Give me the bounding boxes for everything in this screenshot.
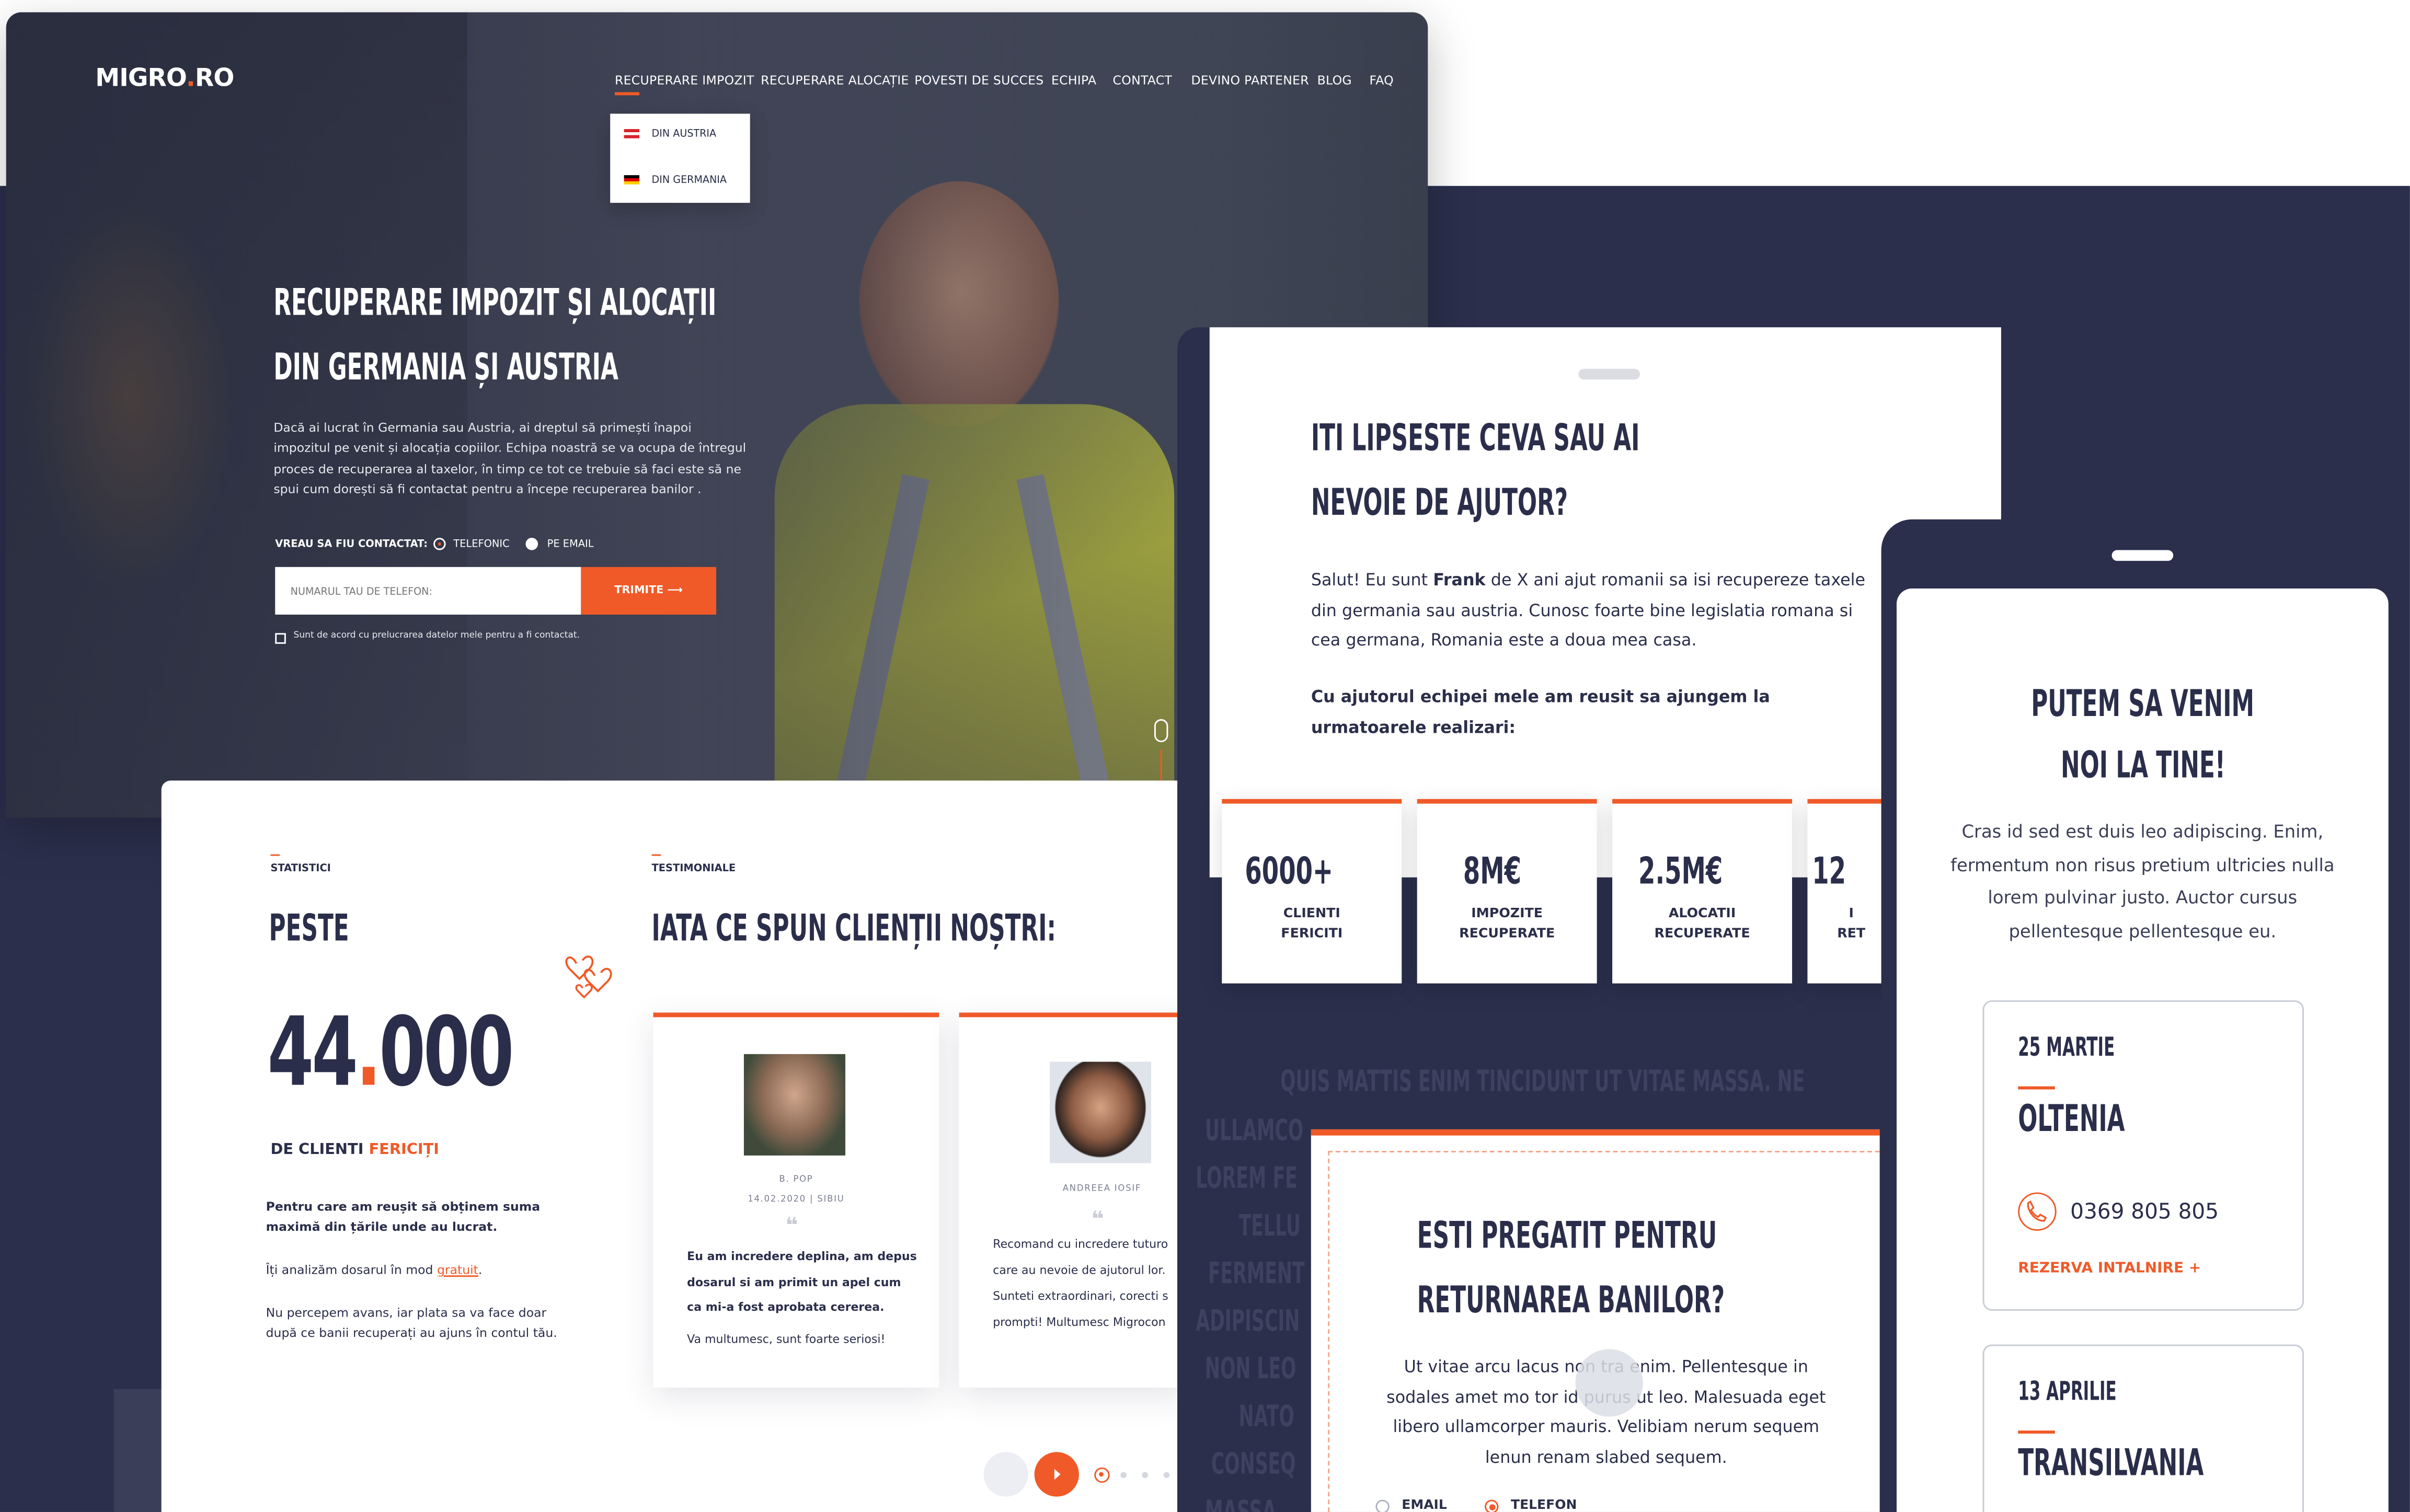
help-title: ITI LIPSESTE CEVA SAU AI NEVOIE DE AJUTO… [1311, 416, 1640, 524]
event-card[interactable]: 13 APRILIE TRANSILVANIA [1982, 1344, 2304, 1512]
nav-recuperare-impozit[interactable]: RECUPERARE IMPOZIT [615, 74, 754, 87]
avatar [1050, 1061, 1152, 1163]
testimonial-card[interactable]: B. POP 14.02.2020 | SIBIU ❝ Eu am incred… [653, 1012, 939, 1388]
quote-icon: ❝ [785, 1214, 798, 1239]
phone-speaker [2111, 550, 2174, 561]
testimonials-section-label: TESTIMONIALE [651, 862, 736, 874]
book-meeting-link[interactable]: REZERVA INTALNIRE + [2018, 1260, 2201, 1277]
germany-flag-icon [624, 175, 640, 184]
phone-icon [2018, 1192, 2057, 1231]
hero-description: Dacă ai lucrat în Germania sau Austria, … [273, 421, 747, 497]
austria-flag-icon [624, 129, 640, 138]
help-paragraph-2: Cu ajutorul echipei mele am reusit sa aj… [1311, 687, 1770, 737]
nav-active-underline [615, 92, 640, 96]
nav-echipa[interactable]: ECHIPA [1051, 74, 1096, 87]
stat-card: 2.5M€ ALOCATII RECUPERATE [1612, 799, 1793, 984]
carousel-next-button[interactable] [1034, 1452, 1079, 1497]
carousel-dot[interactable] [1142, 1472, 1149, 1479]
hero-title: RECUPERARE IMPOZIT ȘI ALOCAȚII DIN GERMA… [273, 281, 717, 389]
stats-paragraph-3: Nu percepem avans, iar plata sa va face … [266, 1306, 557, 1340]
radio-telefon[interactable] [1485, 1499, 1499, 1512]
play-arrow-icon [1054, 1469, 1061, 1480]
stats-clienti-label: DE CLIENTI FERICIȚI [270, 1141, 440, 1159]
submit-button[interactable]: TRIMITE ⟶ [581, 567, 717, 615]
gratuit-link[interactable]: gratuit [437, 1263, 478, 1277]
radio-email[interactable] [525, 538, 538, 550]
nav-dropdown: DIN AUSTRIA DIN GERMANIA [610, 113, 750, 203]
marquee-text: MASSA [1205, 1495, 1320, 1512]
ready-title: ESTI PREGATIT PENTRU RETURNAREA BANILOR? [1417, 1214, 1725, 1322]
stats-peste: PESTE [269, 906, 349, 950]
stat-card: 6000+ CLIENTI FERICITI [1222, 799, 1402, 984]
visit-title: PUTEM SA VENIM NOI LA TINE! [2030, 682, 2254, 787]
phone-input[interactable] [275, 567, 581, 615]
carousel-dot[interactable] [1163, 1472, 1170, 1479]
carousel-dot-active[interactable] [1094, 1467, 1110, 1483]
touch-indicator [1575, 1349, 1643, 1417]
radio-telefon-label: TELEFON [1511, 1498, 1577, 1512]
radio-phone[interactable] [433, 538, 446, 550]
mouse-scroll-icon[interactable] [1154, 719, 1168, 743]
stat-card: 8M€ IMPOZITE RECUPERATE [1417, 799, 1597, 984]
consent-label: Sunt de acord cu prelucrarea datelor mel… [293, 631, 580, 641]
radio-email-label: EMAIL [1402, 1498, 1447, 1512]
avatar [743, 1054, 845, 1156]
help-paragraph: Salut! Eu sunt Frank de X ani ajut roman… [1311, 570, 1866, 650]
tablet-notch [1578, 368, 1640, 380]
contact-label: VREAU SA FIU CONTACTAT: [275, 538, 428, 550]
carousel-dot[interactable] [1120, 1472, 1127, 1479]
consent-checkbox[interactable] [275, 633, 286, 644]
event-region: TRANSILVANIA [2018, 1441, 2204, 1485]
nav-devino-partener[interactable]: DEVINO PARTENER [1191, 74, 1309, 87]
logo[interactable]: MIGRO.RO [95, 63, 234, 93]
carousel-prev-button[interactable] [983, 1452, 1028, 1497]
nav-contact[interactable]: CONTACT [1113, 74, 1173, 87]
event-date: 13 APRILIE [2018, 1377, 2117, 1408]
event-phone[interactable]: 0369 805 805 [2070, 1200, 2219, 1225]
stats-paragraph-1: Pentru care am reușit să obținem suma ma… [266, 1200, 541, 1234]
page: MIGRO.RO RECUPERARE IMPOZIT RECUPERARE A… [0, 0, 2410, 1512]
nav-recuperare-alocatie[interactable]: RECUPERARE ALOCAȚIE [761, 74, 909, 87]
radio-phone-label: TELEFONIC [453, 538, 510, 550]
event-region: OLTENIA [2018, 1097, 2125, 1140]
event-card[interactable]: 25 MARTIE OLTENIA 0369 805 805 REZERVA I… [1982, 1000, 2304, 1311]
testimonial-card[interactable]: ANDREEA IOSIF ❝ Recomand cu incredere tu… [959, 1012, 1190, 1388]
quote-icon: ❝ [1091, 1207, 1104, 1232]
radio-email[interactable] [1375, 1499, 1390, 1512]
stats-big-number: 44.000 [267, 996, 514, 1108]
radio-email-label: PE EMAIL [547, 538, 594, 550]
stats-section-label: STATISTICI [270, 862, 331, 874]
visit-paragraph: Cras id sed est duis leo adipiscing. Eni… [1950, 820, 2335, 942]
event-date: 25 MARTIE [2018, 1032, 2115, 1064]
nav-blog[interactable]: BLOG [1317, 74, 1352, 87]
stats-paragraph-2: Îți analizăm dosarul în mod gratuit. [266, 1263, 483, 1277]
nav-faq[interactable]: FAQ [1370, 74, 1394, 87]
nav-povesti-de-succes[interactable]: POVESTI DE SUCCES [914, 74, 1043, 87]
arrow-right-icon: ⟶ [667, 584, 683, 596]
